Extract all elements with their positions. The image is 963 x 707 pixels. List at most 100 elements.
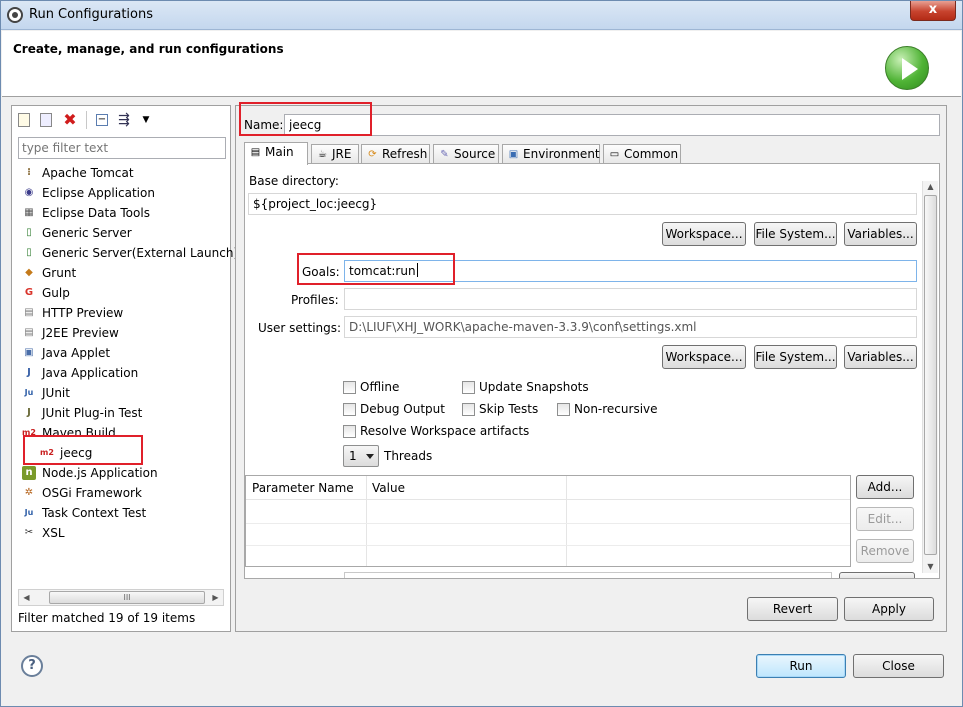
skip-tests-checkbox[interactable]: Skip Tests <box>462 401 538 417</box>
main-tab-content: Base directory: Workspace... File System… <box>244 163 940 579</box>
resolve-workspace-checkbox[interactable]: Resolve Workspace artifacts <box>343 423 529 439</box>
scroll-right-arrow-icon[interactable]: ▶ <box>208 590 223 605</box>
tree-item-grunt[interactable]: ◆ Grunt <box>18 263 230 283</box>
base-variables-button[interactable]: Variables... <box>844 222 917 246</box>
scroll-left-arrow-icon[interactable]: ◀ <box>19 590 34 605</box>
tree-horizontal-scrollbar[interactable]: ◀ III ▶ <box>18 589 224 606</box>
apply-button[interactable]: Apply <box>844 597 934 621</box>
toolbar-separator <box>86 111 87 129</box>
tree-item-label: Generic Server <box>42 226 132 240</box>
tree-item-java-application[interactable]: J Java Application <box>18 363 230 383</box>
configuration-list-panel: ✖ − ⇶ ▼ ⁝ Apache Tomcat ◉ Eclipse Applicati… <box>11 105 238 632</box>
col-parameter-name[interactable]: Parameter Name <box>246 476 354 500</box>
tree-item-node-js-application[interactable]: n Node.js Application <box>18 463 230 483</box>
settings-workspace-button[interactable]: Workspace... <box>662 345 746 369</box>
run-button[interactable]: Run <box>756 654 846 678</box>
filter-status: Filter matched 19 of 19 items <box>18 611 196 625</box>
jre-tab-icon: ☕ <box>318 149 327 160</box>
view-menu-chevron-down-icon[interactable]: ▼ <box>138 112 154 128</box>
non-recursive-checkbox[interactable]: Non-recursive <box>557 401 658 417</box>
base-workspace-button[interactable]: Workspace... <box>662 222 746 246</box>
col-value[interactable]: Value <box>366 476 405 500</box>
preview-icon: ▤ <box>24 327 34 338</box>
tree-item-java-applet[interactable]: ▣ Java Applet <box>18 343 230 363</box>
help-icon[interactable]: ? <box>21 655 43 677</box>
filter-input[interactable] <box>18 137 226 159</box>
scroll-up-arrow-icon[interactable]: ▲ <box>923 181 938 193</box>
environment-tab-icon: ▣ <box>508 149 519 160</box>
tree-item-generic-server[interactable]: ▯ Generic Server <box>18 223 230 243</box>
java-app-icon: J <box>27 367 31 378</box>
run-configurations-window: Run Configurations x Create, manage, and… <box>0 0 963 707</box>
goals-input[interactable]: tomcat:run <box>344 260 917 282</box>
tree-item-http-preview[interactable]: ▤ HTTP Preview <box>18 303 230 323</box>
revert-button[interactable]: Revert <box>747 597 838 621</box>
settings-file-system-button[interactable]: File System... <box>754 345 837 369</box>
profiles-input[interactable] <box>344 288 917 310</box>
tree-item-label: JUnit Plug-in Test <box>42 406 143 420</box>
osgi-icon: ✲ <box>24 487 34 498</box>
vertical-scroll-thumb[interactable] <box>924 195 937 555</box>
delete-config-icon[interactable]: ✖ <box>62 112 78 128</box>
scroll-thumb[interactable]: III <box>49 591 205 604</box>
data-tools-icon: ▦ <box>24 207 34 218</box>
title-bar: Run Configurations x <box>1 1 962 30</box>
tree-item-task-context-test[interactable]: Ju Task Context Test <box>18 503 230 523</box>
nodejs-icon: n <box>22 466 36 480</box>
eclipse-icon: ◉ <box>24 187 34 198</box>
tab-jre[interactable]: ☕ JRE <box>311 144 359 164</box>
tree-item-gulp[interactable]: G Gulp <box>18 283 230 303</box>
close-button[interactable]: Close <box>853 654 944 678</box>
tree-item-label: Grunt <box>42 266 77 280</box>
edit-parameter-button[interactable]: Edit... <box>856 507 914 531</box>
settings-variables-button[interactable]: Variables... <box>844 345 917 369</box>
new-config-icon[interactable] <box>18 113 30 127</box>
common-tab-icon: ▭ <box>609 149 620 160</box>
filter-config-icon[interactable]: ⇶ <box>116 112 132 128</box>
content-vertical-scrollbar[interactable]: ▲ ▼ <box>922 181 938 573</box>
duplicate-config-icon[interactable] <box>40 113 52 127</box>
tree-item-j2ee-preview[interactable]: ▤ J2EE Preview <box>18 323 230 343</box>
tab-main[interactable]: ▤ Main <box>244 142 308 165</box>
name-input[interactable] <box>284 114 940 136</box>
tree-item-label: Eclipse Data Tools <box>42 206 150 220</box>
base-directory-label: Base directory: <box>249 174 339 188</box>
tree-item-eclipse-application[interactable]: ◉ Eclipse Application <box>18 183 230 203</box>
tree-item-label: Generic Server(External Launch) <box>42 246 239 260</box>
window-close-button[interactable]: x <box>910 1 956 21</box>
tree-item-label: Node.js Application <box>42 466 158 480</box>
tree-item-label: Apache Tomcat <box>42 166 134 180</box>
tree-item-apache-tomcat[interactable]: ⁝ Apache Tomcat <box>18 163 230 183</box>
remove-parameter-button[interactable]: Remove <box>856 539 914 563</box>
tab-common[interactable]: ▭ Common <box>603 144 681 164</box>
tree-item-xsl[interactable]: ✂ XSL <box>18 523 230 543</box>
tab-source[interactable]: ✎ Source <box>433 144 499 164</box>
run-icon <box>885 46 929 90</box>
tab-environment[interactable]: ▣ Environment <box>502 144 600 164</box>
tree-item-generic-server-external-launch[interactable]: ▯ Generic Server(External Launch) <box>18 243 238 263</box>
task-icon: Ju <box>24 508 34 517</box>
scroll-down-arrow-icon[interactable]: ▼ <box>923 561 938 573</box>
base-file-system-button[interactable]: File System... <box>754 222 837 246</box>
tree-item-junit-plug-in-test[interactable]: J JUnit Plug-in Test <box>18 403 230 423</box>
debug-output-checkbox[interactable]: Debug Output <box>343 401 445 417</box>
tree-item-label: JUnit <box>42 386 70 400</box>
tree-item-osgi-framework[interactable]: ✲ OSGi Framework <box>18 483 230 503</box>
junit-plugin-icon: J <box>27 407 31 418</box>
tree-item-label: Eclipse Application <box>42 186 155 200</box>
user-settings-input[interactable] <box>344 316 917 338</box>
left-toolbar: ✖ − ⇶ ▼ <box>12 106 230 134</box>
add-parameter-button[interactable]: Add... <box>856 475 914 499</box>
offline-checkbox[interactable]: Offline <box>343 379 399 395</box>
tree-item-eclipse-data-tools[interactable]: ▦ Eclipse Data Tools <box>18 203 230 223</box>
collapse-all-icon[interactable]: − <box>96 114 108 126</box>
tree-item-junit[interactable]: Ju JUnit <box>18 383 230 403</box>
update-snapshots-checkbox[interactable]: Update Snapshots <box>462 379 589 395</box>
xsl-icon: ✂ <box>24 527 34 538</box>
parameter-table: Parameter Name Value <box>245 475 851 567</box>
threads-select[interactable]: 1 <box>343 445 379 467</box>
server-icon: ▯ <box>26 227 32 238</box>
server-icon: ▯ <box>26 247 32 258</box>
base-directory-input[interactable] <box>248 193 917 215</box>
tab-refresh[interactable]: ⟳ Refresh <box>361 144 430 164</box>
